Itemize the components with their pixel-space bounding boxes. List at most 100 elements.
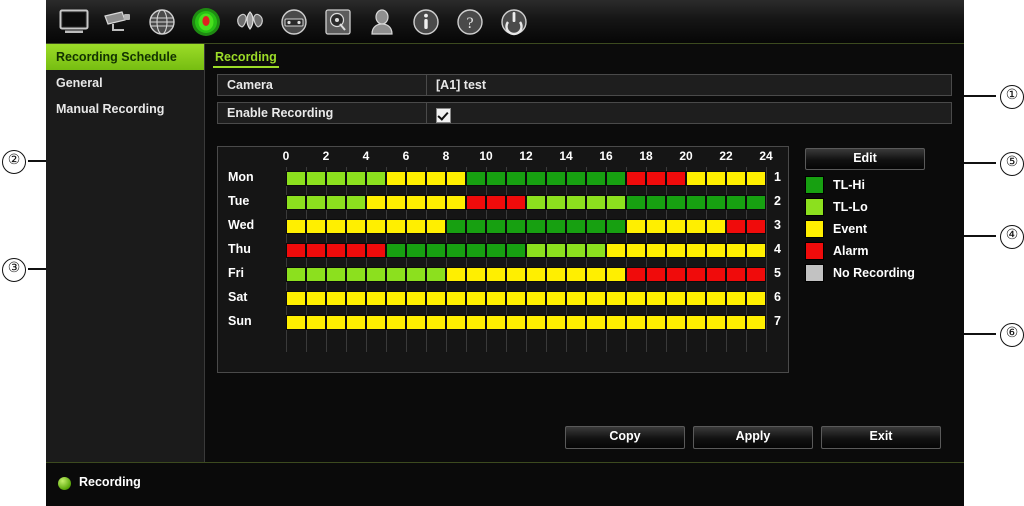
schedule-segment[interactable] xyxy=(466,243,486,258)
schedule-segment[interactable] xyxy=(606,219,626,234)
record-icon[interactable] xyxy=(184,3,228,41)
schedule-segment[interactable] xyxy=(386,171,406,186)
schedule-segment[interactable] xyxy=(666,315,686,330)
schedule-segment[interactable] xyxy=(346,315,366,330)
schedule-segment[interactable] xyxy=(726,267,746,282)
sidebar-item-recording-schedule[interactable]: Recording Schedule xyxy=(46,44,204,70)
schedule-segment[interactable] xyxy=(446,195,466,210)
schedule-segment[interactable] xyxy=(306,219,326,234)
schedule-segment[interactable] xyxy=(646,171,666,186)
schedule-segment[interactable] xyxy=(306,171,326,186)
schedule-segment[interactable] xyxy=(726,243,746,258)
schedule-segment[interactable] xyxy=(346,195,366,210)
schedule-segment[interactable] xyxy=(746,315,766,330)
schedule-segment[interactable] xyxy=(566,219,586,234)
schedule-segment[interactable] xyxy=(646,219,666,234)
schedule-segment[interactable] xyxy=(366,219,386,234)
schedule-segment[interactable] xyxy=(746,243,766,258)
schedule-segment[interactable] xyxy=(466,171,486,186)
schedule-segment[interactable] xyxy=(606,315,626,330)
schedule-segment[interactable] xyxy=(706,291,726,306)
schedule-segment[interactable] xyxy=(326,267,346,282)
schedule-segment[interactable] xyxy=(646,267,666,282)
schedule-segment[interactable] xyxy=(566,171,586,186)
sidebar-item-general[interactable]: General xyxy=(46,70,204,96)
schedule-segment[interactable] xyxy=(746,195,766,210)
schedule-segment[interactable] xyxy=(706,243,726,258)
schedule-segment[interactable] xyxy=(626,291,646,306)
schedule-segment[interactable] xyxy=(406,219,426,234)
schedule-segment[interactable] xyxy=(726,291,746,306)
schedule-segment[interactable] xyxy=(546,195,566,210)
schedule-segment[interactable] xyxy=(446,267,466,282)
schedule-segment[interactable] xyxy=(326,243,346,258)
schedule-segment[interactable] xyxy=(306,291,326,306)
sidebar-item-manual-recording[interactable]: Manual Recording xyxy=(46,96,204,122)
schedule-segment[interactable] xyxy=(646,243,666,258)
schedule-segment[interactable] xyxy=(486,171,506,186)
schedule-segment[interactable] xyxy=(606,243,626,258)
schedule-segment[interactable] xyxy=(506,171,526,186)
schedule-segment[interactable] xyxy=(726,219,746,234)
schedule-segment[interactable] xyxy=(286,291,306,306)
schedule-segment[interactable] xyxy=(366,267,386,282)
schedule-segment[interactable] xyxy=(726,195,746,210)
edit-button[interactable]: Edit xyxy=(805,148,925,170)
schedule-segment[interactable] xyxy=(526,291,546,306)
schedule-segment[interactable] xyxy=(406,171,426,186)
day-timeline[interactable] xyxy=(286,243,766,258)
schedule-segment[interactable] xyxy=(486,291,506,306)
schedule-segment[interactable] xyxy=(566,315,586,330)
schedule-segment[interactable] xyxy=(346,267,366,282)
schedule-segment[interactable] xyxy=(526,171,546,186)
schedule-segment[interactable] xyxy=(546,291,566,306)
schedule-segment[interactable] xyxy=(646,315,666,330)
schedule-segment[interactable] xyxy=(286,195,306,210)
schedule-segment[interactable] xyxy=(426,171,446,186)
schedule-segment[interactable] xyxy=(546,267,566,282)
schedule-segment[interactable] xyxy=(666,219,686,234)
schedule-segment[interactable] xyxy=(646,195,666,210)
network-globe-icon[interactable] xyxy=(140,3,184,41)
schedule-segment[interactable] xyxy=(706,219,726,234)
schedule-segment[interactable] xyxy=(666,243,686,258)
schedule-segment[interactable] xyxy=(346,243,366,258)
schedule-segment[interactable] xyxy=(626,219,646,234)
day-timeline[interactable] xyxy=(286,291,766,306)
schedule-segment[interactable] xyxy=(686,171,706,186)
schedule-segment[interactable] xyxy=(366,315,386,330)
schedule-segment[interactable] xyxy=(646,291,666,306)
schedule-segment[interactable] xyxy=(706,195,726,210)
schedule-segment[interactable] xyxy=(386,291,406,306)
schedule-segment[interactable] xyxy=(606,171,626,186)
schedule-segment[interactable] xyxy=(506,219,526,234)
schedule-segment[interactable] xyxy=(686,219,706,234)
user-icon[interactable] xyxy=(360,3,404,41)
schedule-segment[interactable] xyxy=(306,195,326,210)
schedule-segment[interactable] xyxy=(566,243,586,258)
schedule-segment[interactable] xyxy=(446,171,466,186)
schedule-segment[interactable] xyxy=(286,315,306,330)
day-timeline[interactable] xyxy=(286,171,766,186)
schedule-segment[interactable] xyxy=(306,315,326,330)
schedule-segment[interactable] xyxy=(426,315,446,330)
schedule-segment[interactable] xyxy=(466,315,486,330)
schedule-segment[interactable] xyxy=(526,219,546,234)
schedule-segment[interactable] xyxy=(366,291,386,306)
schedule-segment[interactable] xyxy=(386,243,406,258)
schedule-segment[interactable] xyxy=(286,243,306,258)
schedule-segment[interactable] xyxy=(506,291,526,306)
schedule-segment[interactable] xyxy=(506,243,526,258)
schedule-segment[interactable] xyxy=(666,171,686,186)
schedule-segment[interactable] xyxy=(446,315,466,330)
schedule-segment[interactable] xyxy=(626,267,646,282)
schedule-segment[interactable] xyxy=(426,243,446,258)
schedule-segment[interactable] xyxy=(746,267,766,282)
schedule-segment[interactable] xyxy=(426,291,446,306)
schedule-segment[interactable] xyxy=(466,267,486,282)
exit-button[interactable]: Exit xyxy=(821,426,941,449)
schedule-segment[interactable] xyxy=(346,171,366,186)
schedule-segment[interactable] xyxy=(366,243,386,258)
schedule-segment[interactable] xyxy=(746,219,766,234)
schedule-segment[interactable] xyxy=(446,219,466,234)
